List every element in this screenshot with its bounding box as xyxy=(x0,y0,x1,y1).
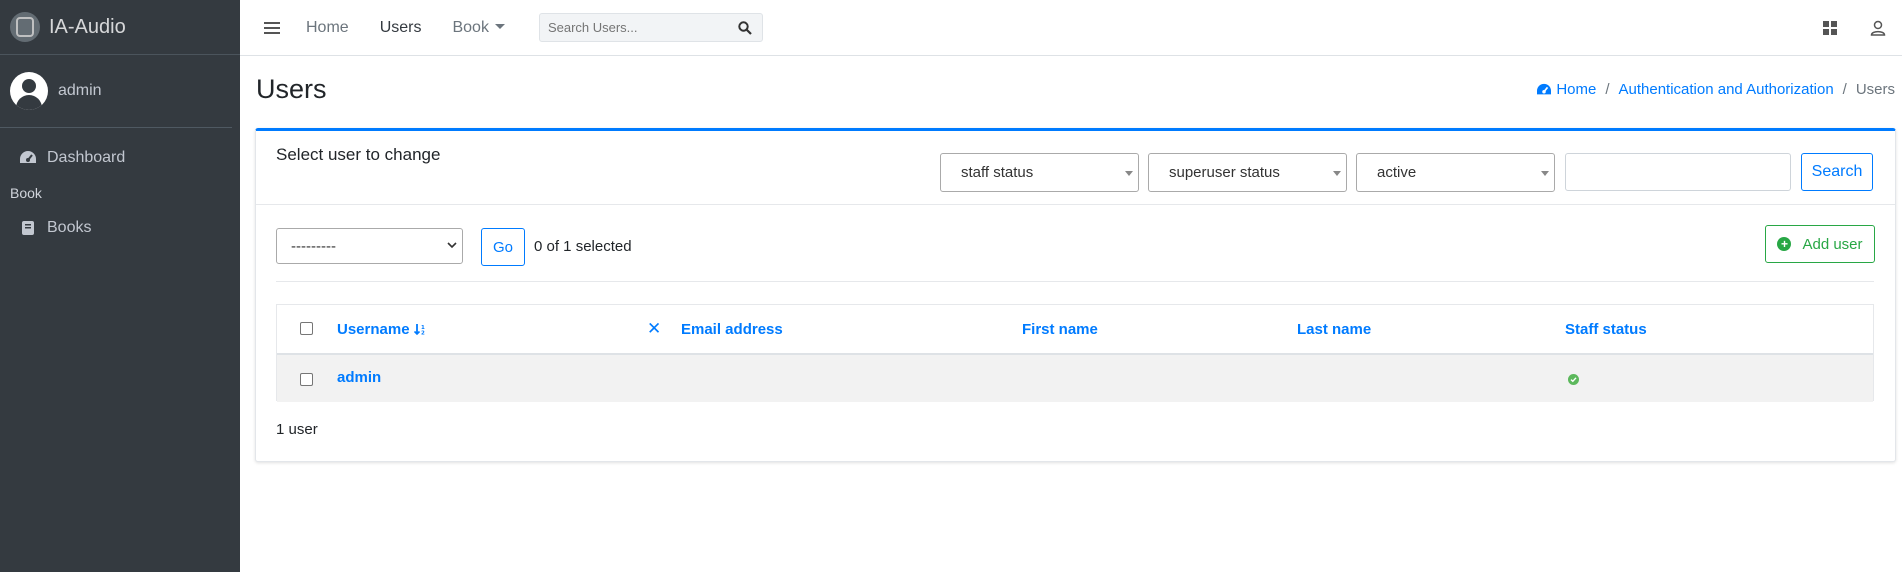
page-title: Users xyxy=(256,74,327,104)
card-header: Select user to change staff status super… xyxy=(256,131,1895,205)
brand-name: IA-Audio xyxy=(49,15,126,38)
nav-link-home[interactable]: Home xyxy=(306,19,349,37)
book-icon xyxy=(19,219,37,237)
card-title: Select user to change xyxy=(276,145,441,164)
username-link[interactable]: admin xyxy=(337,369,381,386)
sort-ascending-icon: 12 xyxy=(413,324,425,337)
top-search-input[interactable] xyxy=(547,20,728,35)
top-navbar: Home Users Book xyxy=(240,0,1902,56)
table-header: Username 12 ✕ Email address First name L… xyxy=(277,305,1873,355)
nav-link-users[interactable]: Users xyxy=(380,19,422,37)
main-content: Users Home / Authentication and Authoriz… xyxy=(240,56,1902,572)
plus-circle-icon: + xyxy=(1777,237,1792,251)
breadcrumb-separator: / xyxy=(1605,81,1610,98)
search-icon[interactable] xyxy=(728,14,762,41)
column-staff-status[interactable]: Staff status xyxy=(1565,321,1647,338)
select-all-checkbox[interactable] xyxy=(300,322,313,335)
add-user-label: Add user xyxy=(1802,235,1863,253)
remove-sort-icon[interactable]: ✕ xyxy=(647,319,661,339)
sidebar-item-label: Dashboard xyxy=(47,149,126,166)
breadcrumb-separator: / xyxy=(1842,81,1847,98)
sidebar-item-dashboard[interactable]: Dashboard xyxy=(0,138,240,178)
filter-staff-status[interactable]: staff status xyxy=(940,153,1139,192)
results-table: Username 12 ✕ Email address First name L… xyxy=(276,304,1874,402)
result-count: 1 user xyxy=(276,421,318,438)
column-label: Username xyxy=(337,321,410,338)
user-name: admin xyxy=(58,82,102,99)
go-button[interactable]: Go xyxy=(481,228,525,266)
breadcrumb-home[interactable]: Home xyxy=(1536,81,1596,98)
sidebar: IA-Audio admin Dashboard Book Books xyxy=(0,0,240,572)
filter-active[interactable]: active xyxy=(1356,153,1555,192)
search-input[interactable] xyxy=(1565,153,1791,191)
divider xyxy=(276,281,1874,282)
breadcrumb: Home / Authentication and Authorization … xyxy=(1536,81,1895,98)
filter-label: superuser status xyxy=(1169,164,1280,181)
nav-dropdown-book[interactable]: Book xyxy=(452,18,505,37)
svg-text:2: 2 xyxy=(421,331,425,336)
caret-down-icon xyxy=(494,23,505,29)
column-first-name[interactable]: First name xyxy=(1022,321,1098,338)
nav-dropdown-label: Book xyxy=(452,18,489,36)
sidebar-item-label: Books xyxy=(47,219,92,236)
table-row: admin xyxy=(277,355,1873,402)
search-button[interactable]: Search xyxy=(1801,153,1873,191)
caret-down-icon xyxy=(1541,171,1549,176)
user-panel[interactable]: admin xyxy=(0,55,232,128)
menu-toggle-icon[interactable] xyxy=(264,19,280,37)
breadcrumb-home-label: Home xyxy=(1556,81,1597,98)
dashboard-icon xyxy=(19,149,37,167)
filter-superuser-status[interactable]: superuser status xyxy=(1148,153,1347,192)
chevron-down-icon xyxy=(447,242,457,249)
selected-count: 0 of 1 selected xyxy=(534,238,632,255)
brand-logo-icon xyxy=(10,12,40,42)
breadcrumb-current: Users xyxy=(1855,81,1895,98)
column-username[interactable]: Username 12 xyxy=(337,321,426,338)
breadcrumb-auth[interactable]: Authentication and Authorization xyxy=(1619,81,1834,98)
add-user-button[interactable]: + Add user xyxy=(1765,225,1875,263)
column-last-name[interactable]: Last name xyxy=(1297,321,1371,338)
user-icon[interactable] xyxy=(1854,0,1902,56)
sidebar-header-book: Book xyxy=(10,185,42,201)
column-email[interactable]: Email address xyxy=(681,321,783,338)
check-circle-icon xyxy=(1568,374,1579,385)
action-select[interactable]: --------- xyxy=(276,228,463,264)
top-search-form xyxy=(538,13,763,42)
sidebar-item-books[interactable]: Books xyxy=(0,208,240,248)
caret-down-icon xyxy=(1125,171,1133,176)
action-select-value: --------- xyxy=(291,237,336,255)
changelist-card: Select user to change staff status super… xyxy=(255,128,1896,462)
user-avatar-icon xyxy=(10,72,48,110)
filter-label: staff status xyxy=(961,164,1034,181)
filter-label: active xyxy=(1377,164,1417,181)
row-checkbox[interactable] xyxy=(300,373,313,386)
caret-down-icon xyxy=(1333,171,1341,176)
brand-link[interactable]: IA-Audio xyxy=(0,0,240,55)
grid-icon[interactable] xyxy=(1806,0,1854,56)
dashboard-icon xyxy=(1537,83,1552,94)
